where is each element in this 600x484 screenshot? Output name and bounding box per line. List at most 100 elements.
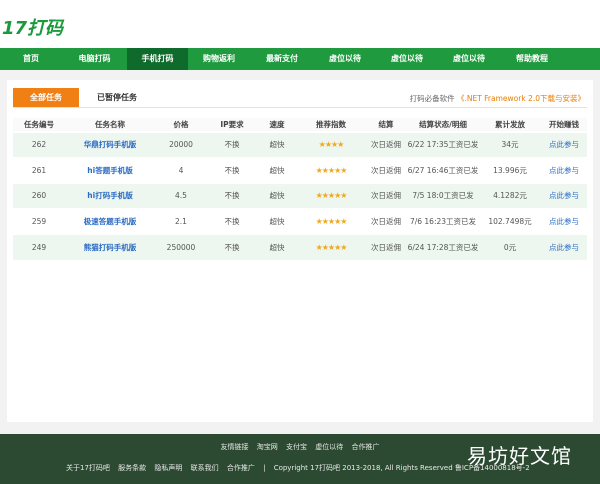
col-header-action: 开始赚钱: [541, 118, 587, 132]
footer-about[interactable]: 关于17打码吧: [66, 464, 110, 472]
join-link[interactable]: 点此参与: [541, 233, 587, 260]
cell-ip: 不换: [207, 207, 257, 234]
table-row: 259 极速答题手机版 2.1 不换 超快 ★★★★★ 次日返佣 7/6 16:23工资已发 1…: [13, 207, 587, 234]
cell-rating: ★★★★★: [297, 182, 365, 209]
cell-status: 7/6 16:23工资已发: [407, 207, 479, 234]
col-header-speed: 速度: [257, 118, 297, 132]
cell-name[interactable]: hi答题手机版: [65, 156, 155, 183]
cell-ip: 不换: [207, 131, 257, 158]
col-header-ip: IP要求: [207, 118, 257, 132]
cell-status: 6/22 17:35工资已发: [407, 131, 479, 158]
join-link[interactable]: 点此参与: [541, 156, 587, 183]
tab-all-tasks[interactable]: 全部任务: [13, 88, 79, 107]
table-row: 262 华鼎打码手机版 20000 不换 超快 ★★★★ 次日返佣 6/22 17:35工资已…: [13, 131, 587, 158]
join-link[interactable]: 点此参与: [541, 182, 587, 209]
col-header-price: 价格: [155, 118, 207, 132]
cell-name[interactable]: 华鼎打码手机版: [65, 131, 155, 158]
star-rating-icon: ★★★★★: [315, 242, 348, 252]
cell-price: 20000: [155, 131, 207, 158]
col-header-rating: 推荐指数: [297, 118, 365, 132]
cell-speed: 超快: [257, 156, 297, 183]
cell-id: 260: [13, 182, 65, 209]
cell-settle: 次日返佣: [365, 207, 407, 234]
cell-name[interactable]: 极速答题手机版: [65, 207, 155, 234]
footer-link-taobao[interactable]: 淘宝网: [257, 443, 278, 451]
software-notice: 打码必备软件 《.NET Framework 2.0下载与安装》: [410, 93, 585, 104]
cell-ip: 不换: [207, 233, 257, 260]
cell-settle: 次日返佣: [365, 233, 407, 260]
cell-rating: ★★★★★: [297, 207, 365, 234]
cell-status: 7/5 18:0工资已发: [407, 182, 479, 209]
notice-prefix: 打码必备软件: [409, 94, 457, 103]
footer-terms[interactable]: 服务条款: [118, 464, 146, 472]
footer-contact[interactable]: 联系我们: [191, 464, 219, 472]
cell-settle: 次日返佣: [365, 156, 407, 183]
nav-item-reserved-3[interactable]: 虚位以待: [438, 48, 500, 70]
task-tabs: 全部任务 已暂停任务: [13, 88, 155, 107]
footer-link-reserved[interactable]: 虚位以待: [315, 443, 343, 451]
footer-link-partner[interactable]: 合作推广: [351, 443, 379, 451]
cell-status: 6/24 17:28工资已发: [407, 233, 479, 260]
footer-link-friends[interactable]: 友情链接: [221, 443, 249, 451]
cell-ip: 不换: [207, 182, 257, 209]
cell-speed: 超快: [257, 131, 297, 158]
nav-item-help[interactable]: 帮助教程: [500, 48, 564, 70]
nav-item-mobile-coding[interactable]: 手机打码: [127, 48, 188, 70]
cell-price: 4.5: [155, 182, 207, 209]
cell-total: 4.1282元: [479, 182, 541, 209]
cell-settle: 次日返佣: [365, 131, 407, 158]
cell-id: 259: [13, 207, 65, 234]
star-rating-icon: ★★★★★: [315, 165, 348, 175]
tabs-divider: [13, 107, 587, 108]
nav-item-shopping-rebate[interactable]: 购物返利: [188, 48, 250, 70]
cell-speed: 超快: [257, 182, 297, 209]
cell-status: 6/27 16:46工资已发: [407, 156, 479, 183]
table-row: 260 hi打码手机版 4.5 不换 超快 ★★★★★ 次日返佣 7/5 18:0工资已发 4.…: [13, 182, 587, 209]
col-header-status: 结算状态/明细: [407, 118, 479, 132]
footer-bottom: 关于17打码吧 服务条款 隐私声明 联系我们 合作推广 | Copyright …: [66, 463, 536, 473]
cell-price: 250000: [155, 233, 207, 260]
cell-rating: ★★★★★: [297, 233, 365, 260]
table-row: 261 hi答题手机版 4 不换 超快 ★★★★★ 次日返佣 6/27 16:46工资已发 13…: [13, 156, 587, 183]
cell-rating: ★★★★★: [297, 156, 365, 183]
top-bar: 17打码: [0, 0, 600, 48]
cell-total: 0元: [479, 233, 541, 260]
cell-price: 4: [155, 156, 207, 183]
footer-privacy[interactable]: 隐私声明: [154, 464, 182, 472]
cell-total: 102.7498元: [479, 207, 541, 234]
join-link[interactable]: 点此参与: [541, 131, 587, 158]
task-panel: 全部任务 已暂停任务 打码必备软件 《.NET Framework 2.0下载与…: [7, 80, 593, 422]
watermark: 易坊好文馆: [467, 444, 572, 468]
cell-id: 261: [13, 156, 65, 183]
cell-price: 2.1: [155, 207, 207, 234]
footer-link-alipay[interactable]: 支付宝: [286, 443, 307, 451]
footer-separator: |: [263, 464, 266, 472]
nav-item-reserved-2[interactable]: 虚位以待: [376, 48, 438, 70]
footer-cooperation[interactable]: 合作推广: [227, 464, 255, 472]
dotnet-download-link[interactable]: 《.NET Framework 2.0下载与安装》: [457, 94, 585, 103]
cell-total: 34元: [479, 131, 541, 158]
col-header-settle: 结算: [365, 118, 407, 132]
cell-rating: ★★★★: [297, 131, 365, 158]
tab-paused-tasks[interactable]: 已暂停任务: [79, 88, 155, 107]
cell-id: 262: [13, 131, 65, 158]
nav-item-pc-coding[interactable]: 电脑打码: [62, 48, 127, 70]
site-logo[interactable]: 17打码: [2, 14, 63, 40]
join-link[interactable]: 点此参与: [541, 207, 587, 234]
nav-item-reserved-1[interactable]: 虚位以待: [314, 48, 376, 70]
cell-name[interactable]: 熊猫打码手机版: [65, 233, 155, 260]
cell-total: 13.996元: [479, 156, 541, 183]
cell-id: 249: [13, 233, 65, 260]
main-nav: 首页 电脑打码 手机打码 购物返利 最新支付 虚位以待 虚位以待 虚位以待 帮助…: [0, 48, 600, 70]
col-header-name: 任务名称: [65, 118, 155, 132]
col-header-id: 任务编号: [13, 118, 65, 132]
cell-speed: 超快: [257, 233, 297, 260]
star-rating-icon: ★★★★★: [315, 216, 348, 226]
cell-ip: 不换: [207, 156, 257, 183]
star-rating-icon: ★★★★: [318, 140, 345, 150]
nav-item-home[interactable]: 首页: [0, 48, 62, 70]
star-rating-icon: ★★★★★: [315, 191, 348, 201]
nav-item-latest-payment[interactable]: 最新支付: [250, 48, 314, 70]
table-header-row: 任务编号 任务名称 价格 IP要求 速度 推荐指数 结算 结算状态/明细 累计发…: [13, 118, 587, 132]
cell-name[interactable]: hi打码手机版: [65, 182, 155, 209]
